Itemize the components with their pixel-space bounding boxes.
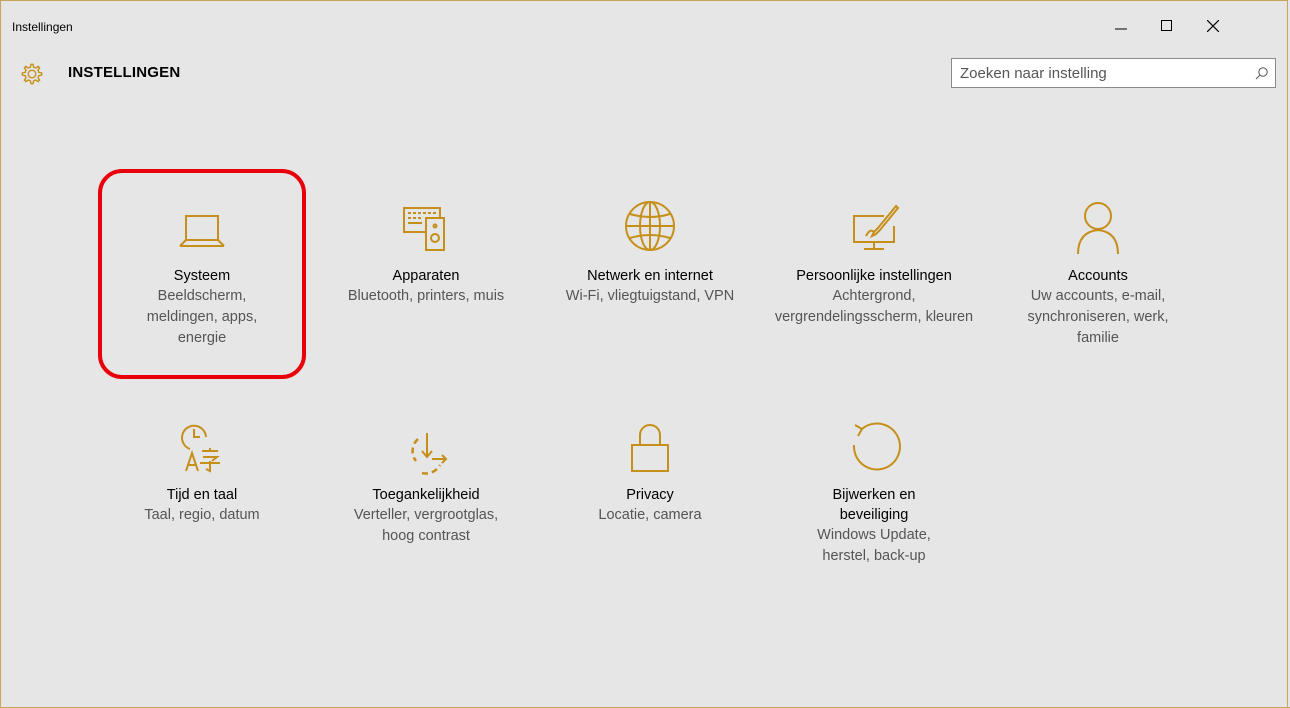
tile-apparaten[interactable]: Apparaten Bluetooth, printers, muis [326,196,526,307]
tile-description: Beeldscherm, meldingen, apps, energie [146,288,258,346]
tile-title: Toegankelijkheid [372,487,480,503]
tile-description: Achtergrond, vergrendelingsscherm, kleur… [774,288,974,325]
maximize-icon [1161,20,1172,31]
tile-systeem[interactable]: Systeem Beeldscherm, meldingen, apps, en… [102,196,302,349]
update-icon [852,422,901,471]
tile-description: Windows Update, herstel, back-up [817,527,931,564]
search-icon[interactable] [1255,66,1269,80]
tile-persoonlijk[interactable]: Persoonlijke instellingen Achtergrond, v… [774,196,974,328]
gear-icon [21,63,43,85]
tile-description: Taal, regio, datum [144,507,260,523]
tile-title: Netwerk en internet [587,268,713,284]
tile-tijd-en-taal[interactable]: Tijd en taal Taal, regio, datum [102,415,302,526]
tile-description: Wi-Fi, vliegtuigstand, VPN [565,288,735,304]
minimize-icon [1115,28,1127,30]
tile-description: Locatie, camera [598,507,702,523]
tile-privacy[interactable]: Privacy Locatie, camera [550,415,750,526]
search-input[interactable] [952,59,1250,87]
devices-icon [403,207,445,251]
personalization-icon [853,204,900,250]
tile-title: Accounts [1068,268,1128,284]
tile-description: Verteller, vergrootglas, hoog contrast [353,507,499,544]
lock-icon [631,424,669,472]
title-bar: Instellingen [1,1,1287,41]
time-language-icon [181,424,220,473]
close-icon [1207,20,1219,32]
laptop-icon [179,215,225,247]
globe-icon [625,201,675,251]
tile-description: Uw accounts, e-mail, synchroniseren, wer… [1027,288,1169,346]
tile-toegankelijkheid[interactable]: Toegankelijkheid Verteller, vergrootglas… [326,415,526,547]
ease-of-access-icon [411,433,448,475]
tile-netwerk[interactable]: Netwerk en internet Wi-Fi, vliegtuigstan… [550,196,750,307]
close-button[interactable] [1190,11,1236,41]
tile-title: Bijwerken en beveiliging [832,487,916,523]
tile-title: Apparaten [392,268,460,284]
tile-title: Systeem [173,268,231,284]
maximize-button[interactable] [1144,11,1190,41]
tile-accounts[interactable]: Accounts Uw accounts, e-mail, synchronis… [998,196,1198,349]
tile-title: Privacy [626,487,674,503]
tile-description: Bluetooth, printers, muis [347,288,505,304]
page-title: INSTELLINGEN [68,64,181,81]
search-box[interactable] [951,58,1276,88]
minimize-button[interactable] [1098,11,1144,41]
tile-title: Tijd en taal [166,487,238,503]
tile-title: Persoonlijke instellingen [796,268,952,284]
window-title: Instellingen [12,20,73,34]
tile-bijwerken[interactable]: Bijwerken en beveiliging Windows Update,… [774,415,974,567]
person-icon [1077,202,1119,255]
settings-window: Instellingen INSTELLINGEN Zoeken naar in… [0,0,1288,707]
